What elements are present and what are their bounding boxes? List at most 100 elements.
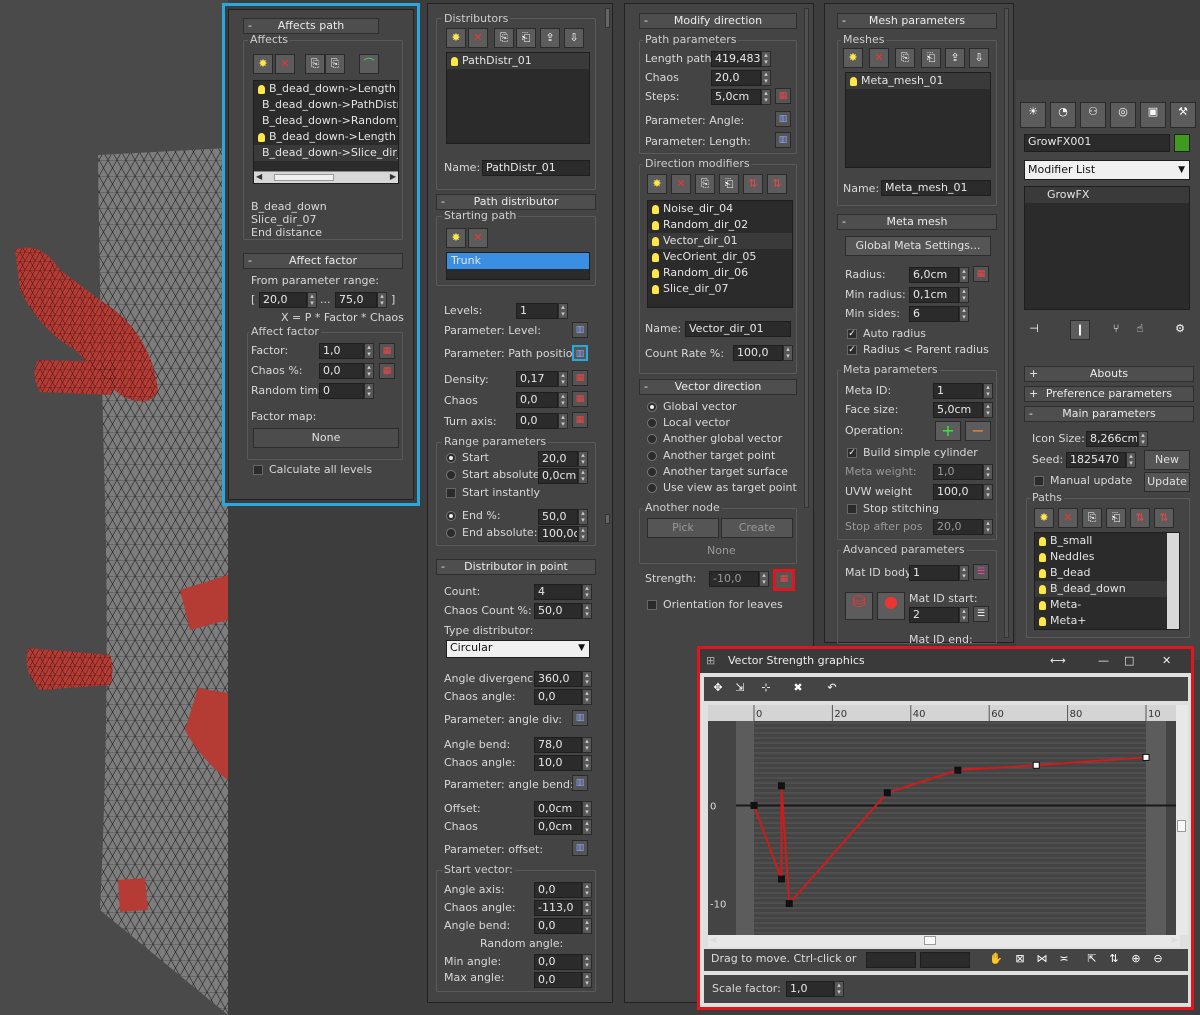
chaos-curve-icon[interactable]: ▦ — [572, 391, 588, 407]
scroll-left-arrow[interactable]: ◀ — [256, 172, 262, 181]
start-spinner[interactable]: 20,0 ▴ ▾ — [538, 451, 588, 467]
list-item[interactable]: Slice_dir_07 — [648, 281, 792, 297]
angle-divergence-spinner[interactable]: 360,0 ▴ ▾ — [534, 671, 592, 687]
copy-affect-button[interactable]: ⎘ — [305, 54, 325, 74]
modifier-name-field[interactable]: Vector_dir_01 — [685, 321, 791, 337]
list-item[interactable]: Neddles — [1035, 549, 1179, 565]
list-item-selected[interactable]: Vector_dir_01 — [648, 233, 792, 249]
radius-spinner[interactable]: 6,0cm ▴ ▾ — [909, 267, 969, 283]
move-up-distributor-button[interactable]: ⇪ — [540, 28, 560, 48]
resize-icon[interactable]: ⟷ — [1050, 649, 1066, 673]
range-from-spinner[interactable]: 20,0 ▴ ▾ — [259, 292, 317, 308]
orientation-leaves-checkbox[interactable] — [647, 600, 657, 610]
modify-direction-header[interactable]: - Modify direction — [639, 13, 797, 29]
create-tab-icon[interactable]: ☀ — [1020, 102, 1046, 128]
configure-sets-icon[interactable]: ⚙ — [1170, 320, 1190, 340]
delete-distributor-button[interactable]: ✕ — [468, 28, 488, 48]
affects-hscrollbar[interactable]: ◀ ▶ — [254, 171, 398, 183]
list-item[interactable]: Meta+ — [1035, 613, 1179, 629]
copy-modifier-button[interactable]: ⎘ — [695, 174, 715, 194]
type-distributor-dropdown[interactable]: Circular ▼ — [446, 640, 590, 658]
list-item[interactable]: B_small — [1035, 533, 1179, 549]
pin-stack-icon[interactable]: ⊣ — [1024, 320, 1044, 340]
list-item[interactable]: B_dead_down->Random_ — [254, 113, 398, 129]
move-up-path-button[interactable]: ⇅ — [1130, 508, 1150, 528]
chaos-spinner[interactable]: 20,0 ▴ ▾ — [711, 70, 771, 86]
distributors-list[interactable]: PathDistr_01 — [446, 52, 590, 144]
copy-path-button[interactable]: ⎘ — [1082, 508, 1102, 528]
scroll-thumb[interactable] — [924, 936, 936, 945]
object-color-swatch[interactable] — [1174, 134, 1190, 152]
modifier-stack-list[interactable]: GrowFX — [1024, 186, 1190, 310]
local-vector-radio[interactable] — [647, 418, 657, 428]
scale-factor-spinner[interactable]: 1,0 ▴ ▾ — [786, 981, 844, 997]
zoom-vertical-icon[interactable]: ≍ — [1054, 950, 1074, 970]
param-angle-div-graph-icon[interactable]: ▥ — [572, 710, 588, 726]
affect-factor-header[interactable]: - Affect factor — [243, 253, 403, 269]
start-absolute-radio[interactable] — [446, 470, 456, 480]
angle-axis-spinner[interactable]: 0,0 ▴ ▾ — [534, 882, 592, 898]
zoom-in-icon[interactable]: ⊕ — [1126, 950, 1146, 970]
strength-spinner[interactable]: -10,0 ▴ ▾ — [709, 571, 769, 587]
link-affect-button[interactable]: ⌒ — [359, 54, 379, 74]
manual-update-checkbox[interactable] — [1034, 476, 1044, 486]
add-operation-button[interactable]: + — [935, 421, 961, 441]
mat-id-body-spinner[interactable]: 1 ▴ ▾ — [909, 565, 969, 581]
affects-path-header[interactable]: - Affects path — [243, 18, 379, 34]
param-angle-bend-graph-icon[interactable]: ▥ — [572, 775, 588, 791]
scroll-thumb[interactable] — [1177, 820, 1186, 832]
chaos-angle3-spinner[interactable]: -113,0 ▴ ▾ — [534, 900, 592, 916]
close-button[interactable]: ✕ — [1162, 649, 1171, 673]
distributor-name-field[interactable]: PathDistr_01 — [482, 160, 590, 176]
coord-y-field[interactable] — [920, 952, 970, 968]
use-view-target-radio[interactable] — [647, 483, 657, 493]
density-spinner[interactable]: 0,17 ▴ ▾ — [516, 371, 568, 387]
min-sides-spinner[interactable]: 6 ▴ ▾ — [909, 306, 969, 322]
new-modifier-button[interactable]: ✸ — [647, 174, 667, 194]
new-affect-button[interactable]: ✸ — [253, 54, 273, 74]
coord-x-field[interactable] — [866, 952, 916, 968]
min-radius-spinner[interactable]: 0,1cm ▴ ▾ — [909, 287, 969, 303]
mat-id-start-list-icon[interactable]: ☰ — [973, 606, 989, 622]
delete-path-button[interactable]: ✕ — [1058, 508, 1078, 528]
end-absolute-spinner[interactable]: 100,0c ▴ ▾ — [538, 526, 588, 542]
meta-weight-spinner[interactable]: 1,0 ▴ ▾ — [933, 464, 993, 480]
zoom-value-icon[interactable]: ⇅ — [1104, 950, 1124, 970]
scale-keys-icon[interactable]: ⇲ — [730, 679, 750, 699]
min-angle-spinner[interactable]: 0,0 ▴ ▾ — [534, 954, 592, 970]
list-item-selected[interactable]: B_dead_down->Slice_dir_ — [254, 145, 398, 161]
chaos-spinner[interactable]: 0,0 ▴ ▾ — [319, 363, 374, 379]
pan-icon[interactable]: ✋ — [986, 950, 1006, 970]
zoom-extents-icon[interactable]: ⊠ — [1010, 950, 1030, 970]
minimize-button[interactable]: — — [1098, 649, 1109, 673]
abouts-header[interactable]: + Abouts — [1024, 366, 1194, 382]
paste-modifier-button[interactable]: ⎗ — [719, 174, 739, 194]
max-angle-spinner[interactable]: 0,0 ▴ ▾ — [534, 972, 592, 988]
move-down-path-button[interactable]: ⇅ — [1154, 508, 1174, 528]
new-distributor-button[interactable]: ✸ — [446, 28, 466, 48]
move-up-mesh-button[interactable]: ⇪ — [945, 48, 965, 68]
factor-curve-icon[interactable]: ▦ — [379, 343, 395, 359]
uvw-weight-spinner[interactable]: 100,0 ▴ ▾ — [933, 484, 993, 500]
offset-spinner[interactable]: 0,0cm ▴ ▾ — [534, 801, 592, 817]
radius-parent-checkbox[interactable]: ✓ — [847, 345, 857, 355]
list-item[interactable]: B_dead_down->Length — [254, 129, 398, 145]
build-cylinder-checkbox[interactable]: ✓ — [847, 448, 857, 458]
face-size-spinner[interactable]: 5,0cm ▴ ▾ — [933, 402, 993, 418]
paths-vscrollbar[interactable] — [1167, 533, 1179, 629]
strength-curve-icon[interactable]: ▦ — [773, 569, 795, 591]
paste-mesh-button[interactable]: ⎗ — [921, 48, 941, 68]
graph-area[interactable]: 0 20 40 60 80 10 0 -10 — [708, 705, 1180, 935]
update-button[interactable]: Update — [1144, 472, 1190, 492]
list-item[interactable]: B_dead_down->PathDistr — [254, 97, 398, 113]
turn-axis-curve-icon[interactable]: ▦ — [572, 412, 588, 428]
insert-point-icon[interactable]: ⊹ — [756, 679, 776, 699]
new-seed-button[interactable]: New — [1144, 450, 1190, 470]
panel-scrollbar[interactable] — [804, 8, 809, 508]
graph-vscroll[interactable] — [1176, 705, 1188, 935]
utilities-tab-icon[interactable]: ⚒ — [1170, 102, 1196, 128]
create-button[interactable]: Create — [721, 518, 793, 538]
list-item[interactable]: Noise_dir_04 — [648, 201, 792, 217]
chaos-count-spinner[interactable]: 50,0 ▴ ▾ — [534, 603, 592, 619]
maximize-button[interactable]: □ — [1124, 649, 1134, 673]
